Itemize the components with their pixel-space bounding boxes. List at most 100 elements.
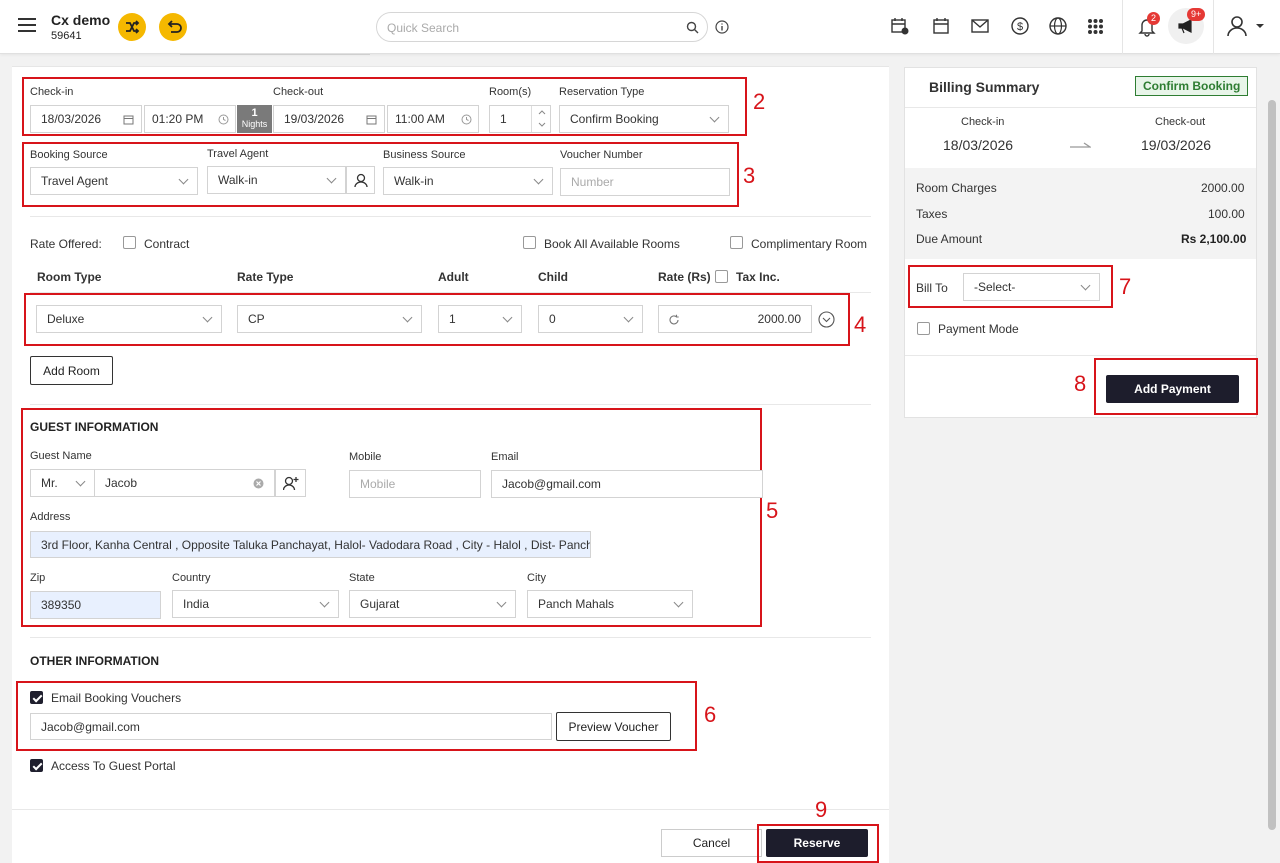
rate-type-select[interactable]: CP xyxy=(237,305,422,333)
clear-icon[interactable] xyxy=(253,478,264,489)
tax-inc-checkbox[interactable] xyxy=(715,270,728,283)
complimentary-checkbox[interactable] xyxy=(730,236,743,249)
checkin-time-field[interactable]: 01:20 PM xyxy=(144,105,236,133)
globe-icon[interactable] xyxy=(1048,16,1068,36)
add-person-icon[interactable] xyxy=(283,476,299,491)
booking-source-value: Travel Agent xyxy=(41,174,108,188)
guest-name-input[interactable]: Jacob xyxy=(94,469,275,497)
email-value: Jacob@gmail.com xyxy=(502,477,601,491)
country-select[interactable]: India xyxy=(172,590,339,618)
rate-input[interactable]: 2000.00 xyxy=(658,305,812,333)
calendar-icon[interactable] xyxy=(366,114,377,125)
zip-value: 389350 xyxy=(41,598,82,612)
column-adult: Adult xyxy=(438,270,469,284)
checkout-date-field[interactable]: 19/03/2026 xyxy=(273,105,385,133)
column-tax-inc: Tax Inc. xyxy=(736,270,780,284)
child-select[interactable]: 0 xyxy=(538,305,643,333)
billing-checkout-date: 19/03/2026 xyxy=(1141,137,1212,153)
room-charges-value: 2000.00 xyxy=(1201,181,1245,195)
booking-source-select[interactable]: Travel Agent xyxy=(30,167,198,195)
child-value: 0 xyxy=(549,312,556,326)
scrollbar[interactable] xyxy=(1268,100,1276,830)
rooms-stepper[interactable]: 1 xyxy=(489,105,551,133)
guest-portal-checkbox[interactable] xyxy=(30,759,43,772)
email-label: Email xyxy=(491,451,519,463)
annotation-number: 2 xyxy=(753,89,766,114)
expand-row-icon[interactable] xyxy=(818,311,835,328)
zip-input[interactable]: 389350 xyxy=(30,591,161,619)
voucher-number-input[interactable]: Number xyxy=(560,168,730,196)
stepper-arrows[interactable] xyxy=(531,106,551,132)
hotel-id: 59641 xyxy=(51,30,82,42)
city-label: City xyxy=(527,572,546,584)
state-value: Gujarat xyxy=(360,597,400,611)
hotel-name: Cx demo xyxy=(51,12,111,28)
room-type-select[interactable]: Deluxe xyxy=(36,305,222,333)
shuffle-icon[interactable] xyxy=(118,13,146,41)
state-label: State xyxy=(349,572,375,584)
annotation-number: 5 xyxy=(766,498,779,523)
calendar-add-icon[interactable] xyxy=(890,16,910,36)
business-source-select[interactable]: Walk-in xyxy=(383,167,553,195)
calendar-icon[interactable] xyxy=(931,16,951,36)
complimentary-label: Complimentary Room xyxy=(751,237,868,251)
caret-down-icon[interactable] xyxy=(1255,22,1265,30)
guest-lookup-button[interactable] xyxy=(275,469,306,497)
bill-to-select[interactable]: -Select- xyxy=(963,273,1100,301)
nights-indicator: 1 Nights xyxy=(237,105,272,133)
checkin-date-field[interactable]: 18/03/2026 xyxy=(30,105,142,133)
reservation-type-value: Confirm Booking xyxy=(570,112,659,126)
person-icon[interactable] xyxy=(354,173,368,188)
clock-icon[interactable] xyxy=(461,114,472,125)
rooms-value: 1 xyxy=(500,112,507,126)
city-select[interactable]: Panch Mahals xyxy=(527,590,693,618)
add-payment-button[interactable]: Add Payment xyxy=(1106,375,1239,403)
chevron-up-icon[interactable] xyxy=(538,110,546,115)
address-input[interactable]: 3rd Floor, Kanha Central , Opposite Talu… xyxy=(30,531,591,558)
checkout-date-value: 19/03/2026 xyxy=(284,112,345,126)
clock-icon[interactable] xyxy=(218,114,229,125)
state-select[interactable]: Gujarat xyxy=(349,590,516,618)
travel-agent-select[interactable]: Walk-in xyxy=(207,166,346,194)
agent-lookup-button[interactable] xyxy=(346,166,375,194)
other-info-title: OTHER INFORMATION xyxy=(30,654,160,668)
travel-agent-label: Travel Agent xyxy=(207,148,269,160)
menu-icon[interactable] xyxy=(18,18,36,32)
calendar-icon[interactable] xyxy=(123,114,134,125)
chevron-down-icon[interactable] xyxy=(538,122,546,127)
bill-to-label: Bill To xyxy=(916,281,948,295)
chevron-down-icon xyxy=(1080,280,1091,291)
cancel-button[interactable]: Cancel xyxy=(661,829,762,857)
book-all-checkbox[interactable] xyxy=(523,236,536,249)
chevron-down-icon xyxy=(709,112,720,123)
dollar-icon[interactable]: $ xyxy=(1010,16,1030,36)
billing-checkin-date: 18/03/2026 xyxy=(943,137,1014,153)
apps-grid-icon[interactable] xyxy=(1087,18,1104,35)
preview-voucher-button[interactable]: Preview Voucher xyxy=(556,712,671,741)
undo-icon[interactable] xyxy=(159,13,187,41)
contract-checkbox[interactable] xyxy=(123,236,136,249)
search-icon[interactable] xyxy=(686,21,699,34)
payment-mode-checkbox[interactable] xyxy=(917,322,930,335)
footer-divider xyxy=(12,809,889,810)
info-icon[interactable] xyxy=(715,20,729,34)
checkout-time-field[interactable]: 11:00 AM xyxy=(387,105,479,133)
mobile-input[interactable]: Mobile xyxy=(349,470,481,498)
voucher-email-input[interactable]: Jacob@gmail.com xyxy=(30,713,552,740)
user-icon[interactable] xyxy=(1226,14,1248,38)
checkout-label: Check-out xyxy=(273,86,324,98)
reserve-button[interactable]: Reserve xyxy=(766,829,868,857)
adult-select[interactable]: 1 xyxy=(438,305,522,333)
guest-name-label: Guest Name xyxy=(30,450,92,462)
refresh-icon[interactable] xyxy=(668,314,680,326)
quick-search[interactable] xyxy=(376,12,708,42)
billing-checkin-label: Check-in xyxy=(961,116,1005,128)
reservation-type-select[interactable]: Confirm Booking xyxy=(559,105,729,133)
email-input[interactable]: Jacob@gmail.com xyxy=(491,470,763,498)
salutation-select[interactable]: Mr. xyxy=(30,469,95,497)
mail-icon[interactable] xyxy=(970,17,990,35)
search-input[interactable] xyxy=(387,19,677,37)
annotation-number: 9 xyxy=(815,797,828,822)
add-room-button[interactable]: Add Room xyxy=(30,356,113,385)
email-voucher-checkbox[interactable] xyxy=(30,691,43,704)
